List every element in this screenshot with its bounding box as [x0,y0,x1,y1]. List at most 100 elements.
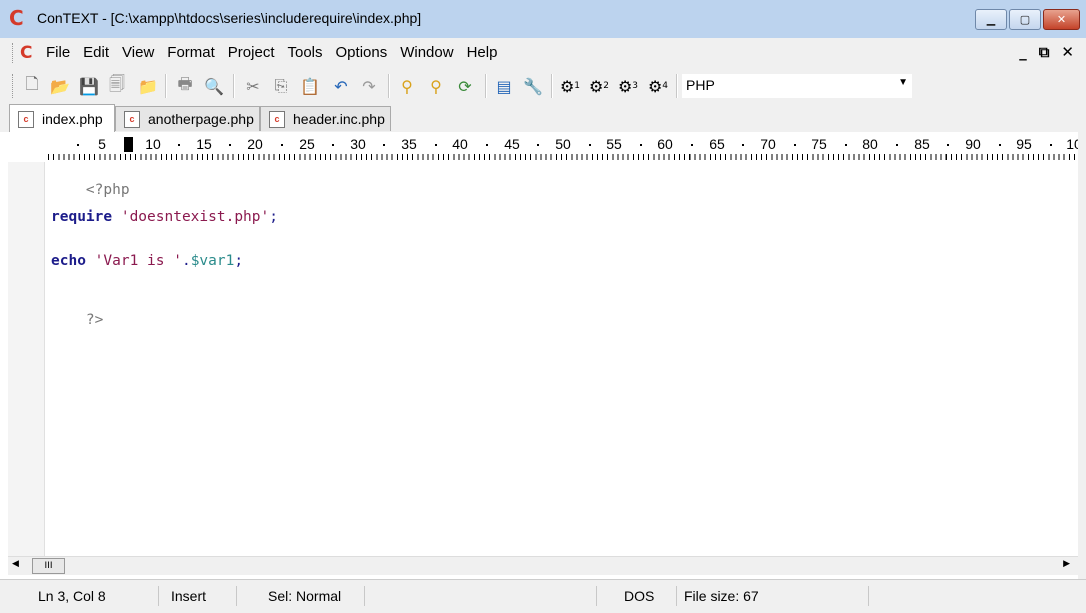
toolbar: 🗋 📂 💾 🗐 📁 🖶 🔍 ✂ ⎘ 📋 ↶ ↷ ⚲ ⚲ ⟳ ▤ 🔧 ⚙ 1 ⚙ 2 … [0,68,1086,104]
string-literal: 'Var1 is ' [94,253,182,269]
ruler-ticks [48,154,1084,160]
ruler-cursor-marker [124,137,133,152]
menu-view[interactable]: View [122,44,154,61]
scroll-right-icon[interactable]: ▶ [1063,559,1070,569]
menu-window[interactable]: Window [400,44,453,61]
open-folder-icon[interactable]: 📂 [49,75,71,97]
scrollbar-thumb[interactable]: III [32,558,65,574]
status-cell: File size: 67 [678,586,869,606]
ruler-label: 60 [657,136,673,152]
user-tool-1-label: 1 [574,81,581,91]
editor-gutter[interactable] [8,162,45,556]
print-icon[interactable]: 🖶 [174,74,196,97]
status-cell: Sel: Normal [238,586,365,606]
php-open-tag: <?php [85,182,130,198]
print-preview-icon[interactable]: 🔍 [203,75,225,97]
concat-operator: . [181,253,191,269]
code-line-1[interactable]: <?php [51,166,130,214]
code-line-5[interactable]: echo 'Var1 is '.$var1; [51,253,243,269]
file-tab-bar: c index.php c anotherpage.php c header.i… [0,104,1086,133]
ruler-label: 70 [760,136,776,152]
ruler-label: 65 [709,136,725,152]
user-tool-3-icon[interactable]: ⚙ 3 [617,75,639,97]
cut-icon[interactable]: ✂ [242,75,264,97]
window-right-edge [1078,104,1086,579]
ruler-label: 85 [914,136,930,152]
code-editor[interactable]: <?php require 'doesntexist.php'; echo 'V… [0,162,1086,556]
window-title: ConTEXT - [C:\xampp\htdocs\series\includ… [37,10,422,26]
settings-tools-icon[interactable]: 🔧 [522,75,544,97]
title-bar: C ConTEXT - [C:\xampp\htdocs\series\incl… [0,0,1086,39]
copy-icon[interactable]: ⎘ [270,75,292,97]
code-line-3[interactable]: require 'doesntexist.php'; [51,209,278,225]
status-cell: Ln 3, Col 8 [8,586,159,606]
variable: $var1 [190,253,235,269]
user-tool-2-label: 2 [603,81,610,91]
tab-label: index.php [42,111,103,127]
ruler-label: 50 [555,136,571,152]
toolbar-separator [551,74,553,98]
menu-bar: C File Edit View Format Project Tools Op… [0,38,1086,68]
menu-format[interactable]: Format [167,44,215,61]
menu-file[interactable]: File [46,44,70,61]
find-icon[interactable]: ⚲ [396,75,418,97]
php-close-tag: ?> [85,312,104,328]
menu-tools[interactable]: Tools [287,44,322,61]
php-file-icon: c [124,110,140,128]
menu-project[interactable]: Project [228,44,275,61]
menu-options[interactable]: Options [336,44,388,61]
tab-index-php[interactable]: c index.php [9,104,115,133]
menu-help[interactable]: Help [467,44,498,61]
save-all-icon[interactable]: 🗐 [106,74,128,97]
tab-label: header.inc.php [293,111,385,127]
maximize-button[interactable]: ▢ [1009,9,1041,30]
paste-icon[interactable]: 📋 [299,75,321,97]
status-format: DOS [624,588,655,604]
ruler-label: 90 [965,136,981,152]
status-position: Ln 3, Col 8 [38,588,106,604]
scroll-left-icon[interactable]: ◀ [12,559,19,569]
mdi-close-button[interactable]: ✕ [1061,43,1074,61]
php-file-icon: c [18,110,34,128]
user-tool-1-icon[interactable]: ⚙ 1 [559,75,581,97]
semicolon: ; [269,209,278,225]
user-tool-2-icon[interactable]: ⚙ 2 [588,75,610,97]
ruler-label: 30 [350,136,366,152]
status-selection: Sel: Normal [268,588,342,604]
new-file-icon[interactable]: 🗋 [21,74,43,97]
minimize-button[interactable]: ▁ [975,9,1007,30]
mdi-minimize-button[interactable]: _ [1019,43,1027,61]
tab-header-inc-php[interactable]: c header.inc.php [260,106,391,131]
close-button[interactable]: ✕ [1043,9,1080,30]
ruler-label: 75 [811,136,827,152]
keyword-require: require [51,209,113,225]
menu-grip [12,43,16,63]
menu-edit[interactable]: Edit [83,44,109,61]
find-next-icon[interactable]: ⚲ [425,75,447,97]
redo-icon[interactable]: ↷ [358,75,380,97]
user-tool-4-icon[interactable]: ⚙ 4 [647,75,669,97]
status-bar: Ln 3, Col 8 Insert Sel: Normal DOS File … [0,579,1086,613]
undo-icon[interactable]: ↶ [330,75,352,97]
ruler-label: 80 [862,136,878,152]
horizontal-scrollbar[interactable]: ◀ III ▶ [8,556,1078,575]
tab-label: anotherpage.php [148,111,254,127]
status-file-size: File size: 67 [684,588,759,604]
tab-anotherpage-php[interactable]: c anotherpage.php [115,106,260,131]
context-logo-icon[interactable]: C [9,8,29,28]
mdi-restore-button[interactable]: ⧉ [1039,43,1050,61]
ruler-label: 15 [196,136,212,152]
save-icon[interactable]: 💾 [78,75,100,97]
ruler-label: 40 [452,136,468,152]
replace-icon[interactable]: ⟳ [454,75,476,97]
code-line-7[interactable]: ?> [51,296,103,344]
toolbar-separator [165,74,167,98]
language-select[interactable]: PHP ▼ [681,73,913,99]
document-logo-icon[interactable]: C [20,43,32,63]
ruler-label: 25 [299,136,315,152]
status-cell: Insert [160,586,237,606]
open-project-icon[interactable]: 📁 [137,75,159,97]
document-properties-icon[interactable]: ▤ [493,75,515,97]
ruler-label: 55 [606,136,622,152]
chevron-down-icon[interactable]: ▼ [898,77,908,88]
